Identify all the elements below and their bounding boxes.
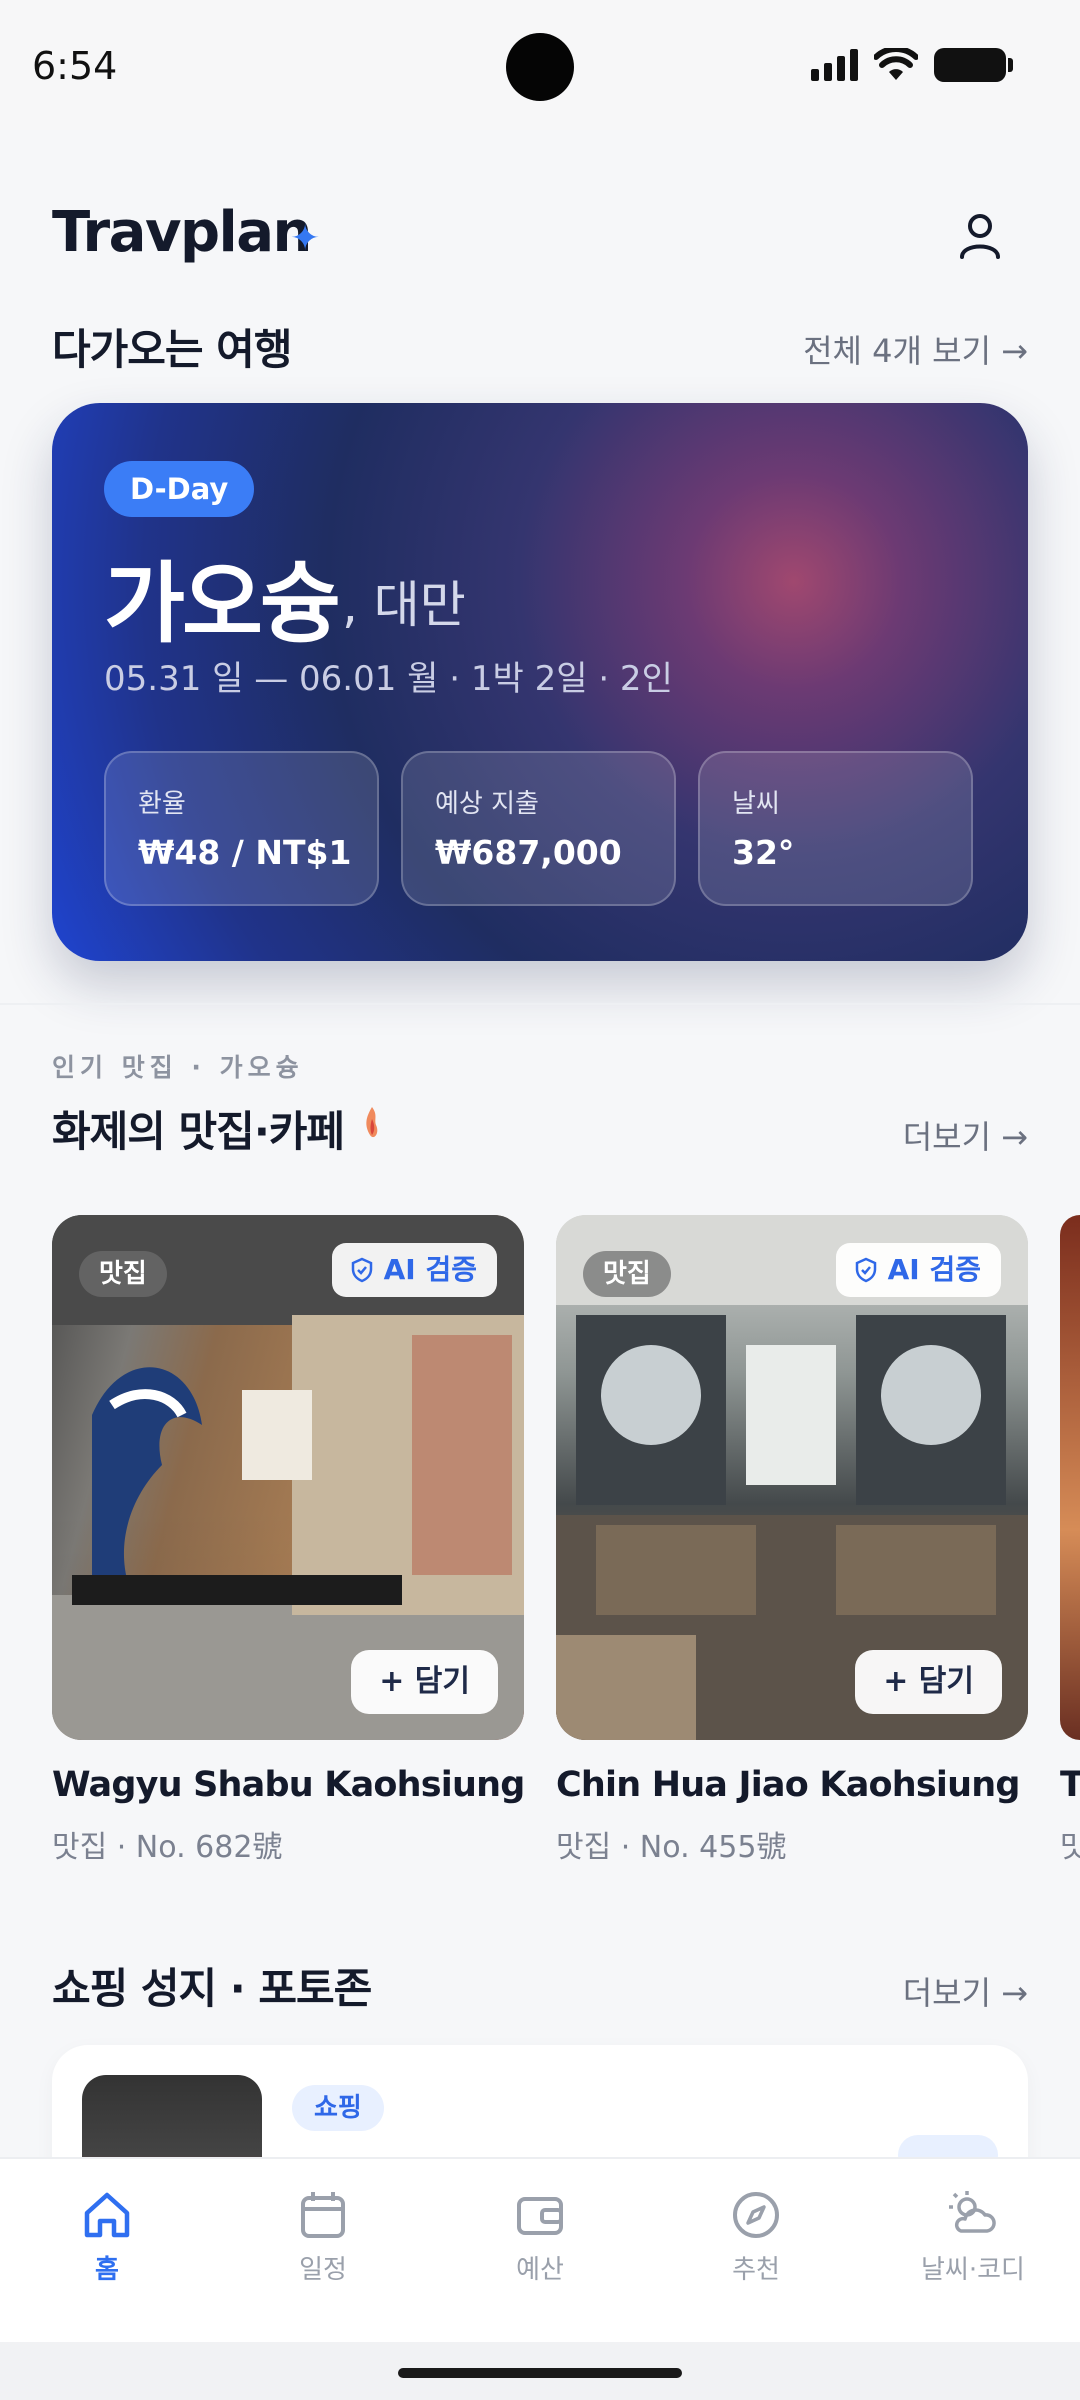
stat-value: ₩687,000	[435, 833, 622, 872]
status-time: 6:54	[32, 44, 118, 88]
popular-eyebrow: 인기 맛집 · 가오슝	[52, 1053, 304, 1082]
weather-stat: 날씨 32°	[698, 751, 973, 906]
trip-card[interactable]: D-Day 가오슝 , 대만 05.31 일 — 06.01 월 · 1박 2일…	[52, 403, 1028, 961]
add-to-plan-button[interactable]: + 담기	[351, 1650, 498, 1714]
home-indicator[interactable]	[398, 2368, 682, 2378]
tab-schedule[interactable]: 일정	[243, 2187, 403, 2286]
stat-value: ₩48 / NT$1	[138, 833, 352, 872]
tab-label: 일정	[299, 2255, 347, 2285]
fire-icon	[366, 1107, 378, 1138]
view-all-trips-link[interactable]: 전체 4개 보기 →	[803, 326, 1028, 372]
place-name: Chin Hua Jiao Kaohsiung ...	[556, 1765, 1028, 1805]
calendar-icon	[301, 2192, 345, 2238]
compass-icon	[733, 2192, 779, 2238]
wifi-icon	[874, 48, 918, 80]
popular-section-title: 화제의 맛집·카페	[52, 1107, 345, 1156]
shop-category-tag: 쇼핑	[292, 2085, 384, 2131]
trip-dates: 05.31 일 — 06.01 월 · 1박 2일 · 2인	[104, 659, 673, 699]
shield-icon	[351, 1257, 372, 1283]
place-name: Wagyu Shabu Kaohsiung ...	[52, 1765, 524, 1805]
status-icons	[811, 48, 1013, 82]
place-name-partial: T	[1060, 1765, 1080, 1805]
ai-badge-label: AI 검증	[887, 1253, 981, 1286]
signal-icon	[811, 49, 858, 81]
status-bar: 6:54	[0, 0, 1080, 130]
section-divider	[0, 1003, 1080, 1005]
bottom-tab-bar: 홈 일정 예산 추천 날씨·코디	[0, 2157, 1080, 2342]
tab-budget[interactable]: 예산	[460, 2187, 620, 2286]
stat-label: 환율	[138, 789, 186, 819]
weather-icon	[949, 2191, 996, 2233]
shopping-section-title: 쇼핑 성지 · 포토존	[52, 1964, 372, 2013]
sparkle-icon: ✦	[290, 218, 321, 259]
category-badge: 맛집	[583, 1251, 671, 1297]
profile-icon[interactable]	[950, 205, 1010, 265]
tab-label: 추천	[732, 2255, 780, 2285]
place-card-wagyu[interactable]: 맛집 AI 검증 + 담기	[52, 1215, 524, 1740]
home-icon	[84, 2192, 130, 2238]
upcoming-section-title: 다가오는 여행	[52, 325, 292, 374]
trip-country: , 대만	[342, 576, 466, 634]
camera-cutout	[506, 33, 574, 101]
place-meta: 맛집 · No. 455號	[556, 1830, 787, 1865]
place-card-chin-hua-jiao[interactable]: 맛집 AI 검증 + 담기	[556, 1215, 1028, 1740]
tab-home[interactable]: 홈	[27, 2187, 187, 2286]
app-title: Travplan	[52, 200, 312, 265]
stat-value: 32°	[732, 833, 795, 872]
place-meta-partial: 맛	[1060, 1830, 1080, 1865]
ai-verified-badge: AI 검증	[331, 1243, 497, 1297]
dday-badge: D-Day	[104, 461, 255, 517]
ai-verified-badge: AI 검증	[835, 1243, 1001, 1297]
trip-city: 가오슝	[104, 552, 341, 655]
tab-label: 예산	[516, 2255, 564, 2285]
expense-stat: 예상 지출 ₩687,000	[401, 751, 676, 906]
place-card-partial[interactable]	[1060, 1215, 1080, 1740]
shield-icon	[855, 1257, 876, 1283]
popular-more-link[interactable]: 더보기 →	[903, 1112, 1028, 1158]
wallet-icon	[517, 2197, 563, 2235]
stat-label: 예상 지출	[435, 789, 539, 819]
stat-label: 날씨	[732, 789, 780, 819]
shopping-more-link[interactable]: 더보기 →	[903, 1968, 1028, 2014]
battery-icon	[934, 48, 1013, 82]
tab-recommend[interactable]: 추천	[676, 2187, 836, 2286]
ai-badge-label: AI 검증	[383, 1253, 477, 1286]
category-badge: 맛집	[79, 1251, 167, 1297]
tab-weather[interactable]: 날씨·코디	[893, 2187, 1053, 2286]
add-to-plan-button[interactable]: + 담기	[855, 1650, 1002, 1714]
exchange-rate-stat: 환율 ₩48 / NT$1	[104, 751, 379, 906]
tab-label: 날씨·코디	[921, 2255, 1025, 2285]
place-meta: 맛집 · No. 682號	[52, 1830, 283, 1865]
tab-label: 홈	[95, 2255, 119, 2285]
